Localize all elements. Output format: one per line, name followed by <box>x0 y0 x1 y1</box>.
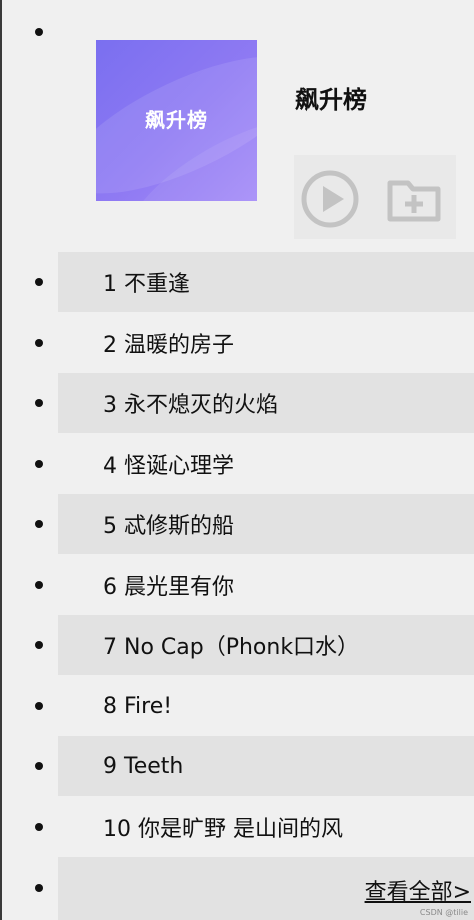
track-label: 8 Fire! <box>103 693 173 719</box>
list-bullet <box>35 460 43 468</box>
watermark: CSDN @tilie <box>419 908 468 917</box>
list-bullet <box>35 702 43 710</box>
track-label: 7 No Cap（Phonk口水） <box>103 635 360 660</box>
list-bullet <box>35 278 43 286</box>
list-bullet <box>35 762 43 770</box>
chart-actions <box>294 155 456 239</box>
track-label: 1 不重逢 <box>103 272 190 297</box>
track-row[interactable]: 2 温暖的房子 <box>58 313 474 373</box>
chart-title: 飙升榜 <box>295 86 367 114</box>
folder-add-icon <box>387 180 441 222</box>
list-bullet <box>35 823 43 831</box>
view-all-link[interactable]: 查看全部> <box>365 874 471 906</box>
track-row[interactable]: 1 不重逢 <box>58 252 474 312</box>
track-row[interactable]: 5 忒修斯的船 <box>58 494 474 554</box>
list-bullet <box>35 581 43 589</box>
track-row[interactable]: 7 No Cap（Phonk口水） <box>58 615 474 675</box>
list-bullet <box>35 339 43 347</box>
list-bullet <box>35 28 43 36</box>
track-row[interactable]: 4 怪诞心理学 <box>58 434 474 494</box>
add-to-favorites-button[interactable] <box>384 169 444 229</box>
track-label: 10 你是旷野 是山间的风 <box>103 817 343 842</box>
play-circle-icon <box>301 170 359 228</box>
list-bullet <box>35 399 43 407</box>
track-label: 9 Teeth <box>103 753 184 779</box>
view-all-row: 查看全部> <box>58 857 474 920</box>
list-bullet <box>35 884 43 892</box>
track-row[interactable]: 8 Fire! <box>58 676 474 736</box>
chart-header: 飙升榜 飙升榜 <box>0 0 474 250</box>
track-label: 3 永不熄灭的火焰 <box>103 393 278 418</box>
list-bullet <box>35 520 43 528</box>
track-row[interactable]: 9 Teeth <box>58 736 474 796</box>
track-row[interactable]: 6 晨光里有你 <box>58 555 474 615</box>
chart-cover-image[interactable]: 飙升榜 <box>96 40 257 201</box>
track-label: 5 忒修斯的船 <box>103 514 234 539</box>
track-label: 4 怪诞心理学 <box>103 454 234 479</box>
list-bullet <box>35 641 43 649</box>
play-button[interactable] <box>300 169 360 229</box>
track-row[interactable]: 10 你是旷野 是山间的风 <box>58 797 474 857</box>
track-label: 2 温暖的房子 <box>103 333 234 358</box>
cover-text: 飙升榜 <box>145 108 208 132</box>
track-label: 6 晨光里有你 <box>103 575 234 600</box>
track-row[interactable]: 3 永不熄灭的火焰 <box>58 373 474 433</box>
